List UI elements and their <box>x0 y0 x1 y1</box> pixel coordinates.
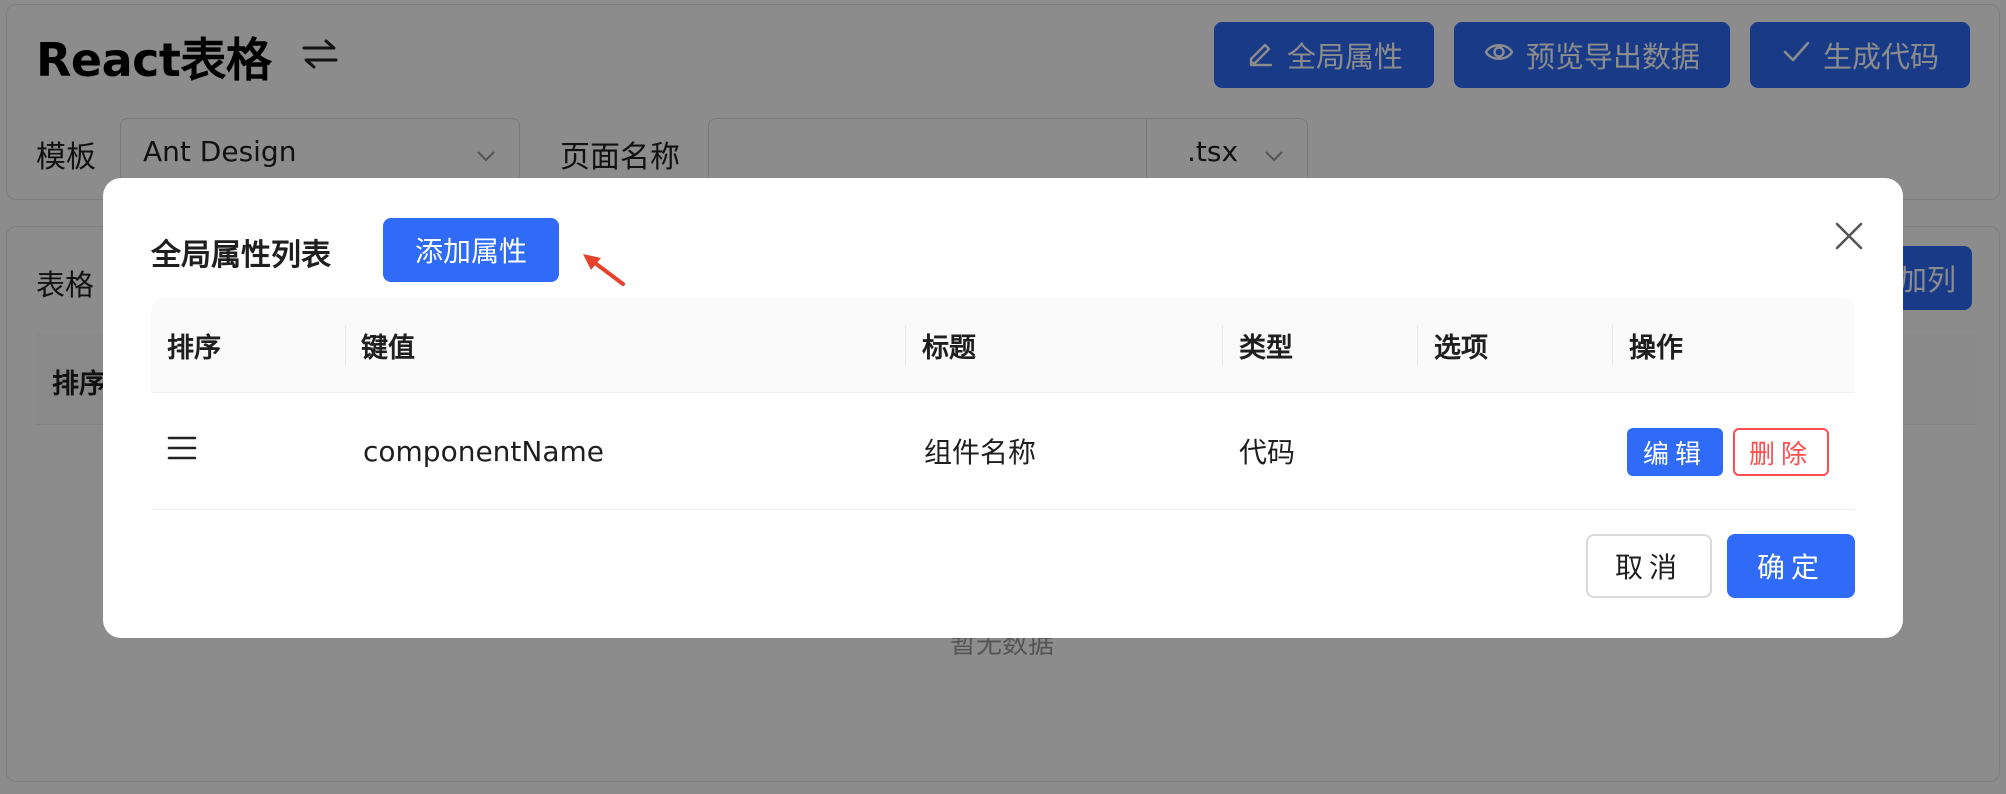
delete-button[interactable]: 删除 <box>1733 428 1829 476</box>
col-options: 选项 <box>1434 332 1488 364</box>
red-arrow-icon <box>579 248 629 290</box>
cell-title: 组件名称 <box>924 436 1037 469</box>
close-icon[interactable] <box>1831 218 1867 254</box>
modal-title: 全局属性列表 <box>151 238 331 273</box>
ok-button[interactable]: 确定 <box>1727 534 1855 598</box>
cancel-button[interactable]: 取消 <box>1586 534 1712 598</box>
edit-label: 编辑 <box>1642 439 1707 470</box>
add-property-label: 添加属性 <box>414 235 527 268</box>
col-sort: 排序 <box>167 332 221 364</box>
delete-label: 删除 <box>1748 439 1813 470</box>
col-type: 类型 <box>1239 332 1293 364</box>
table-header: 排序 键值 标题 类型 选项 操作 <box>151 298 1855 393</box>
ok-label: 确定 <box>1756 551 1825 584</box>
add-property-button[interactable]: 添加属性 <box>383 218 559 282</box>
cell-options <box>1418 393 1612 509</box>
global-props-modal: 全局属性列表 添加属性 排序 键值 标题 类型 选项 操作 componentN… <box>103 178 1903 638</box>
cell-key: componentName <box>363 434 605 468</box>
col-title: 标题 <box>922 332 976 364</box>
drag-handle-cell[interactable] <box>151 393 345 509</box>
edit-button[interactable]: 编辑 <box>1627 428 1723 476</box>
table-row: componentName 组件名称 代码 编辑 删除 <box>151 393 1855 510</box>
props-table: 排序 键值 标题 类型 选项 操作 componentName 组件名称 代码 <box>151 298 1855 510</box>
cell-type: 代码 <box>1239 436 1296 469</box>
col-key: 键值 <box>361 332 415 364</box>
drag-handle-icon[interactable] <box>167 435 197 468</box>
cancel-label: 取消 <box>1614 551 1683 584</box>
col-actions: 操作 <box>1629 332 1683 364</box>
